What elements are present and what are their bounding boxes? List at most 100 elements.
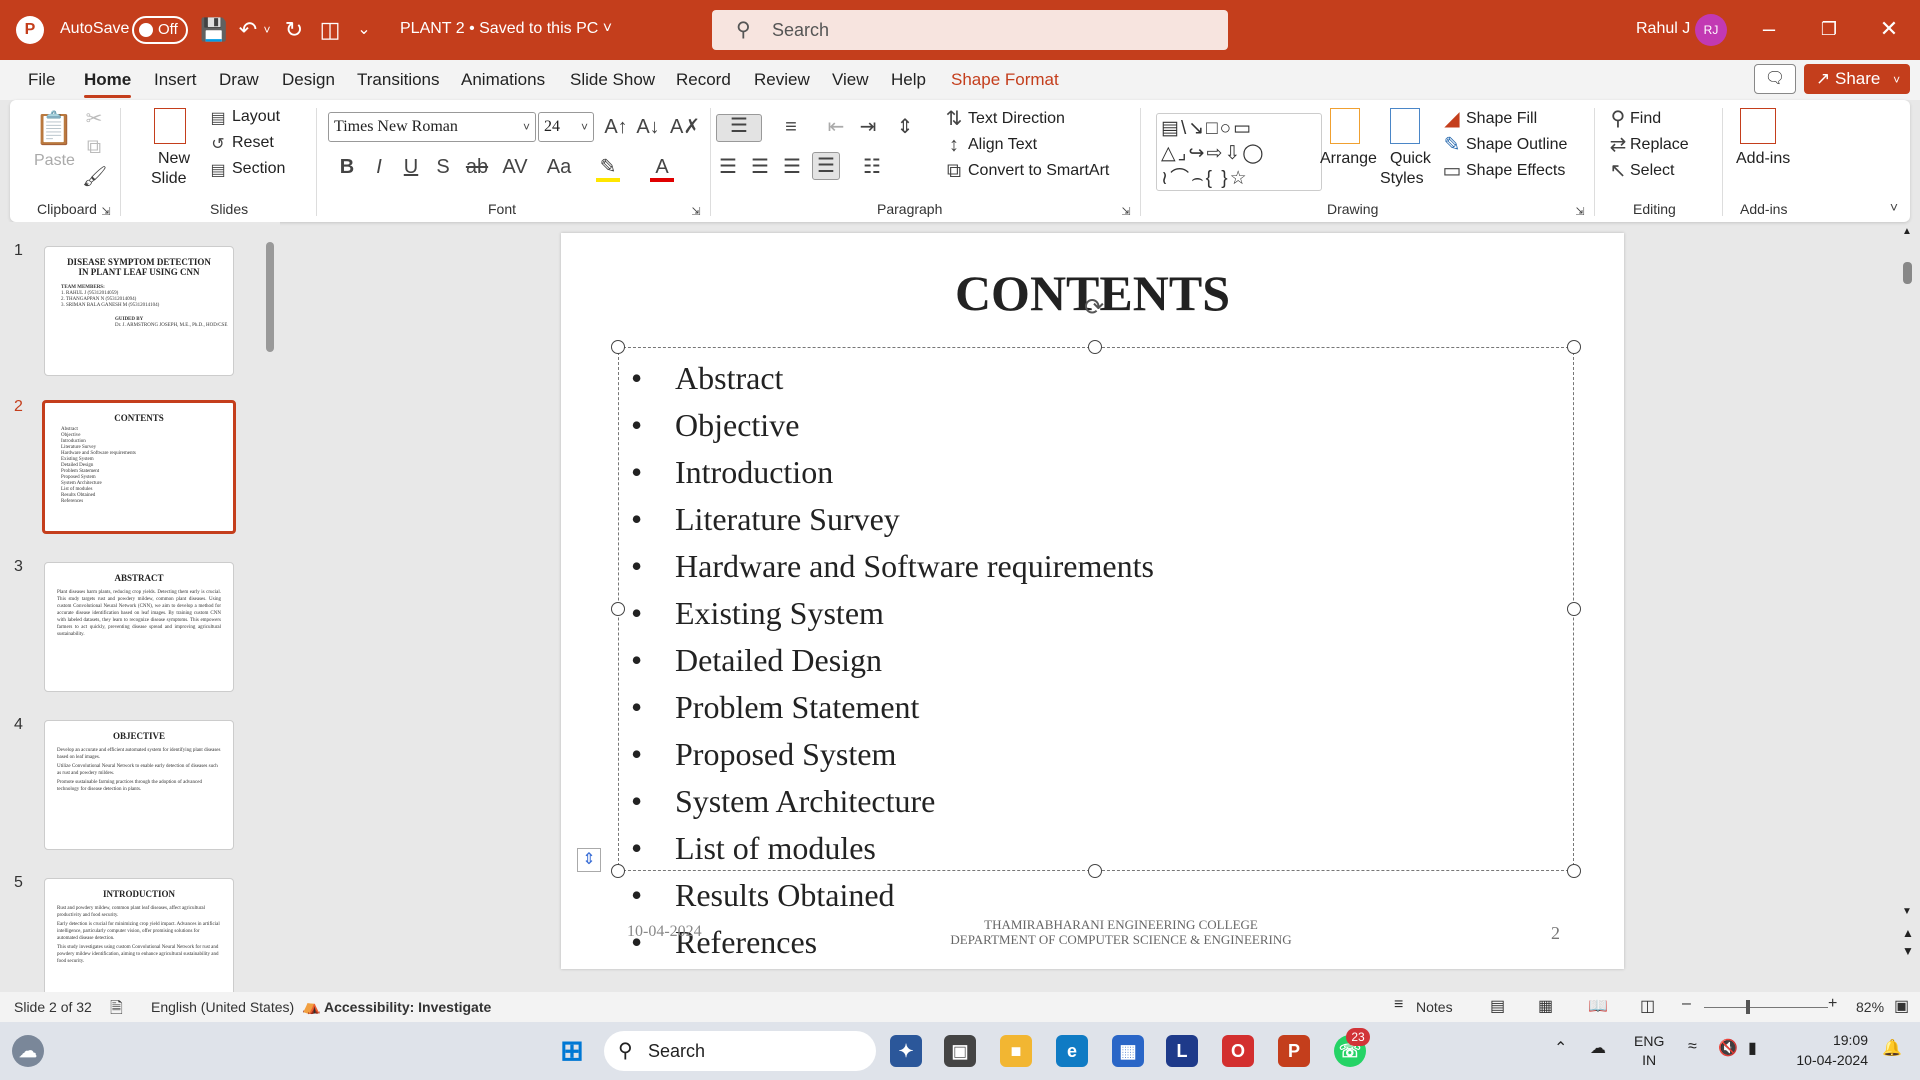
slideshow-icon[interactable]: ◫ — [1640, 996, 1655, 1016]
format-painter-icon[interactable]: 🖌 — [82, 166, 107, 188]
accessibility-status[interactable]: Accessibility: Investigate — [324, 999, 491, 1015]
scroll-up-icon[interactable]: ▲ — [1902, 226, 1912, 237]
copilot-icon[interactable]: ✦ — [890, 1035, 922, 1067]
shape-fill-button[interactable]: Shape Fill — [1466, 110, 1537, 128]
tab-file[interactable]: File — [28, 70, 55, 90]
user-name[interactable]: Rahul J — [1636, 20, 1690, 38]
copy-icon[interactable]: ⧉ — [82, 136, 106, 158]
wifi-icon[interactable]: ≈ — [1688, 1038, 1697, 1056]
font-color-icon[interactable]: A — [650, 156, 674, 182]
edge-icon[interactable]: e — [1056, 1035, 1088, 1067]
zoom-slider-thumb[interactable] — [1746, 1000, 1750, 1014]
tab-insert[interactable]: Insert — [154, 70, 197, 90]
drawing-launcher-icon[interactable]: ⇲ — [1574, 201, 1586, 223]
paragraph-launcher-icon[interactable]: ⇲ — [1120, 201, 1132, 223]
strikethrough-icon[interactable]: ab — [464, 156, 490, 178]
arrange-button[interactable]: Arrange — [1320, 150, 1377, 168]
reading-view-icon[interactable]: 📖 — [1588, 996, 1608, 1016]
minimize-icon[interactable]: – — [1754, 14, 1784, 44]
opera-icon[interactable]: O — [1222, 1035, 1254, 1067]
footer-text[interactable]: THAMIRABHARANI ENGINEERING COLLEGE DEPAR… — [861, 917, 1381, 947]
resize-handle[interactable] — [1567, 340, 1581, 354]
bullet-item[interactable]: Objective — [631, 402, 1154, 449]
paste-icon[interactable]: 📋 — [34, 108, 74, 148]
slide-scrollbar[interactable]: ▲ ▼ ▲ ▼ — [1896, 222, 1920, 992]
bullet-item[interactable]: Results Obtained — [631, 872, 1154, 919]
previous-slide-icon[interactable]: ▲ — [1902, 926, 1914, 940]
autofit-options-icon[interactable]: ⇕ — [577, 848, 601, 872]
tab-design[interactable]: Design — [282, 70, 335, 90]
windows-start-icon[interactable]: ⊞ — [556, 1035, 588, 1067]
resize-handle[interactable] — [1567, 864, 1581, 878]
text-direction-button[interactable]: Text Direction — [968, 110, 1065, 128]
zoom-slider[interactable] — [1704, 1007, 1828, 1008]
bullet-list[interactable]: Abstract Objective Introduction Literatu… — [631, 355, 1154, 966]
bullet-item[interactable]: List of modules — [631, 825, 1154, 872]
font-name-select[interactable]: Times New Roman ˅ — [328, 112, 536, 142]
increase-indent-icon[interactable]: ⇥ — [856, 116, 880, 138]
spelling-check-icon[interactable]: 🗎 — [110, 997, 123, 1024]
autosave-toggle[interactable]: Off — [132, 16, 188, 44]
slide-thumbnail-2[interactable]: CONTENTS Abstract Objective Introduction… — [42, 400, 236, 534]
tab-help[interactable]: Help — [891, 70, 926, 90]
quick-styles-icon[interactable] — [1390, 108, 1420, 144]
change-case-icon[interactable]: Aa — [542, 156, 576, 178]
bullet-item[interactable]: System Architecture — [631, 778, 1154, 825]
collapse-ribbon-icon[interactable]: ˅ — [1884, 196, 1904, 218]
tab-review[interactable]: Review — [754, 70, 810, 90]
decrease-font-icon[interactable]: A↓ — [636, 116, 660, 138]
section-button[interactable]: Section — [232, 160, 285, 178]
bullet-item[interactable]: Proposed System — [631, 731, 1154, 778]
footer-date[interactable]: 10-04-2024 — [627, 923, 702, 941]
quick-styles-label-1[interactable]: Quick — [1390, 150, 1431, 168]
resize-handle[interactable] — [611, 864, 625, 878]
arrange-icon[interactable] — [1330, 108, 1360, 144]
columns-icon[interactable]: ☷ — [852, 156, 892, 178]
line-spacing-icon[interactable]: ⇕ — [888, 116, 922, 138]
language-status[interactable]: English (United States) — [151, 999, 294, 1015]
bold-icon[interactable]: B — [336, 156, 358, 178]
bullet-item[interactable]: Literature Survey — [631, 496, 1154, 543]
numbering-icon[interactable]: ≡ — [774, 116, 808, 138]
fit-to-window-icon[interactable]: ▣ — [1894, 996, 1909, 1016]
new-slide-label-2[interactable]: Slide — [151, 170, 187, 188]
share-button[interactable]: ↗ Share ˅ — [1804, 64, 1910, 94]
file-explorer-icon[interactable]: ■ — [1000, 1035, 1032, 1067]
resize-handle[interactable] — [611, 602, 625, 616]
resize-handle[interactable] — [611, 340, 625, 354]
zoom-out-icon[interactable]: – — [1682, 995, 1691, 1013]
clock[interactable]: 19:09 10-04-2024 — [1778, 1030, 1868, 1070]
weather-icon[interactable]: ☁ — [12, 1035, 44, 1067]
close-icon[interactable]: ✕ — [1874, 14, 1904, 44]
resize-handle[interactable] — [1567, 602, 1581, 616]
font-size-select[interactable]: 24 ˅ — [538, 112, 594, 142]
slide-page-number[interactable]: 2 — [1551, 923, 1560, 944]
customize-toolbar-icon[interactable]: ⌄ — [354, 16, 374, 44]
resize-handle[interactable] — [1088, 340, 1102, 354]
align-right-icon[interactable]: ☰ — [780, 156, 804, 178]
thumbnail-scrollbar[interactable] — [264, 230, 276, 990]
zoom-level[interactable]: 82% — [1856, 999, 1884, 1015]
reset-button[interactable]: Reset — [232, 134, 274, 152]
tab-view[interactable]: View — [832, 70, 869, 90]
slide-thumbnail-3[interactable]: ABSTRACT Plant diseases harm plants, red… — [44, 562, 234, 692]
document-title[interactable]: PLANT 2 • Saved to this PC ˅ — [400, 20, 612, 38]
bullet-item[interactable]: Introduction — [631, 449, 1154, 496]
search-input[interactable]: ⚲ Search — [712, 10, 1228, 50]
taskbar-search-input[interactable]: ⚲ Search — [604, 1031, 876, 1071]
bullet-item[interactable]: Detailed Design — [631, 637, 1154, 684]
character-spacing-icon[interactable]: AV — [498, 156, 532, 178]
volume-muted-icon[interactable]: 🔇 — [1718, 1038, 1738, 1058]
addins-button[interactable]: Add-ins — [1736, 150, 1790, 168]
underline-icon[interactable]: U — [400, 156, 422, 178]
launcher-l-icon[interactable]: L — [1166, 1035, 1198, 1067]
shapes-gallery[interactable]: ▤\↘□○▭ △⌟↪⇨⇩◯ ≀⌒⌢{ }☆ — [1156, 113, 1322, 191]
clear-formatting-icon[interactable]: A✗ — [670, 116, 700, 138]
avatar[interactable]: RJ — [1695, 14, 1727, 46]
bullet-item[interactable]: Abstract — [631, 355, 1154, 402]
tab-animations[interactable]: Animations — [461, 70, 545, 90]
notification-bell-icon[interactable]: 🔔 — [1882, 1038, 1902, 1058]
italic-icon[interactable]: I — [368, 156, 390, 178]
convert-smartart-button[interactable]: Convert to SmartArt — [968, 162, 1109, 180]
new-slide-icon[interactable] — [154, 108, 186, 144]
